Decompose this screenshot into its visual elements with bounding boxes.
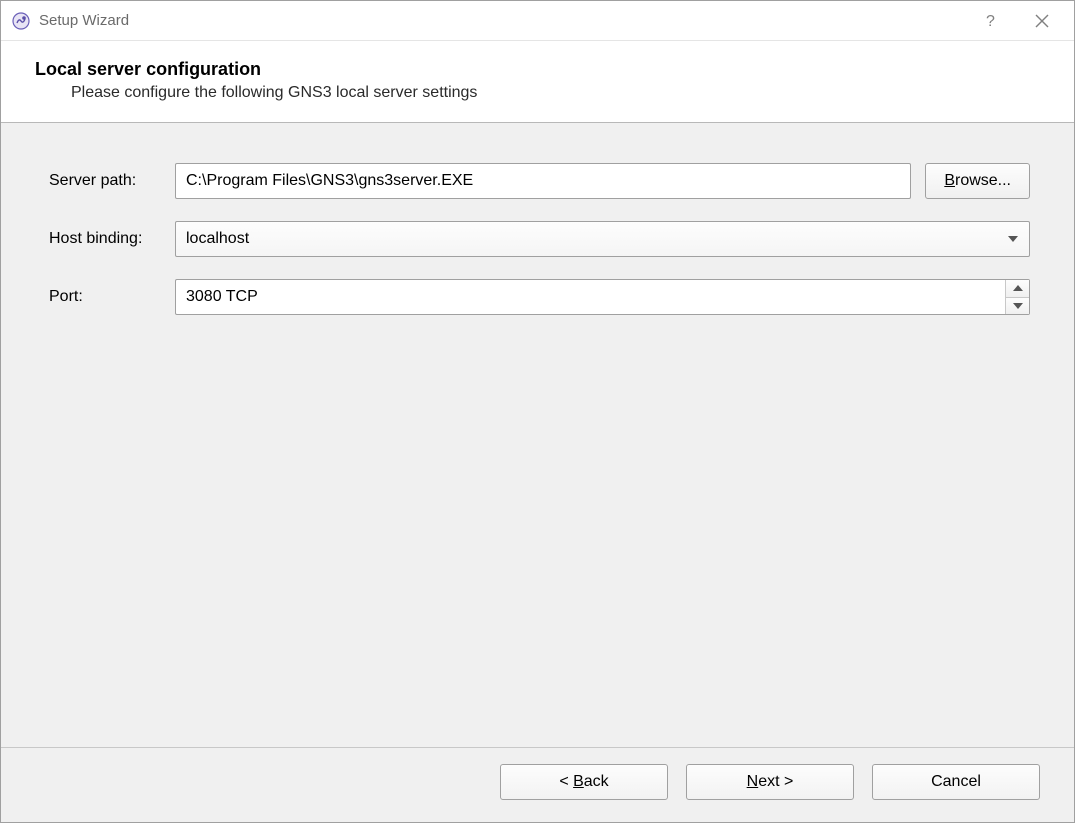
spinner-buttons <box>1005 280 1029 314</box>
port-input[interactable] <box>176 280 1005 314</box>
host-binding-value: localhost <box>186 230 249 248</box>
close-button[interactable] <box>1030 9 1054 33</box>
page-subtitle: Please configure the following GNS3 loca… <box>71 84 1046 102</box>
port-label: Port: <box>49 288 175 306</box>
port-increment-button[interactable] <box>1006 280 1029 298</box>
server-path-label: Server path: <box>49 172 175 190</box>
host-binding-label: Host binding: <box>49 230 175 248</box>
host-binding-select[interactable]: localhost <box>175 221 1030 257</box>
port-spinner <box>175 279 1030 315</box>
page-title: Local server configuration <box>35 59 1046 80</box>
setup-wizard-window: Setup Wizard ? Local server configuratio… <box>0 0 1075 823</box>
wizard-header: Local server configuration Please config… <box>1 41 1074 123</box>
browse-button[interactable]: Browse... <box>925 163 1030 199</box>
port-row: Port: <box>49 279 1030 315</box>
cancel-button[interactable]: Cancel <box>872 764 1040 800</box>
chevron-down-icon <box>1007 230 1019 248</box>
titlebar-controls: ? <box>978 9 1066 33</box>
svg-text:?: ? <box>986 13 995 30</box>
back-button[interactable]: < Back <box>500 764 668 800</box>
wizard-content: Server path: Browse... Host binding: loc… <box>1 123 1074 747</box>
help-button[interactable]: ? <box>978 9 1002 33</box>
wizard-footer: < Back Next > Cancel <box>1 747 1074 822</box>
port-decrement-button[interactable] <box>1006 298 1029 315</box>
server-path-input[interactable] <box>175 163 911 199</box>
titlebar: Setup Wizard ? <box>1 1 1074 41</box>
host-binding-row: Host binding: localhost <box>49 221 1030 257</box>
server-path-row: Server path: Browse... <box>49 163 1030 199</box>
window-title: Setup Wizard <box>39 12 978 29</box>
app-icon <box>11 11 31 31</box>
next-button[interactable]: Next > <box>686 764 854 800</box>
